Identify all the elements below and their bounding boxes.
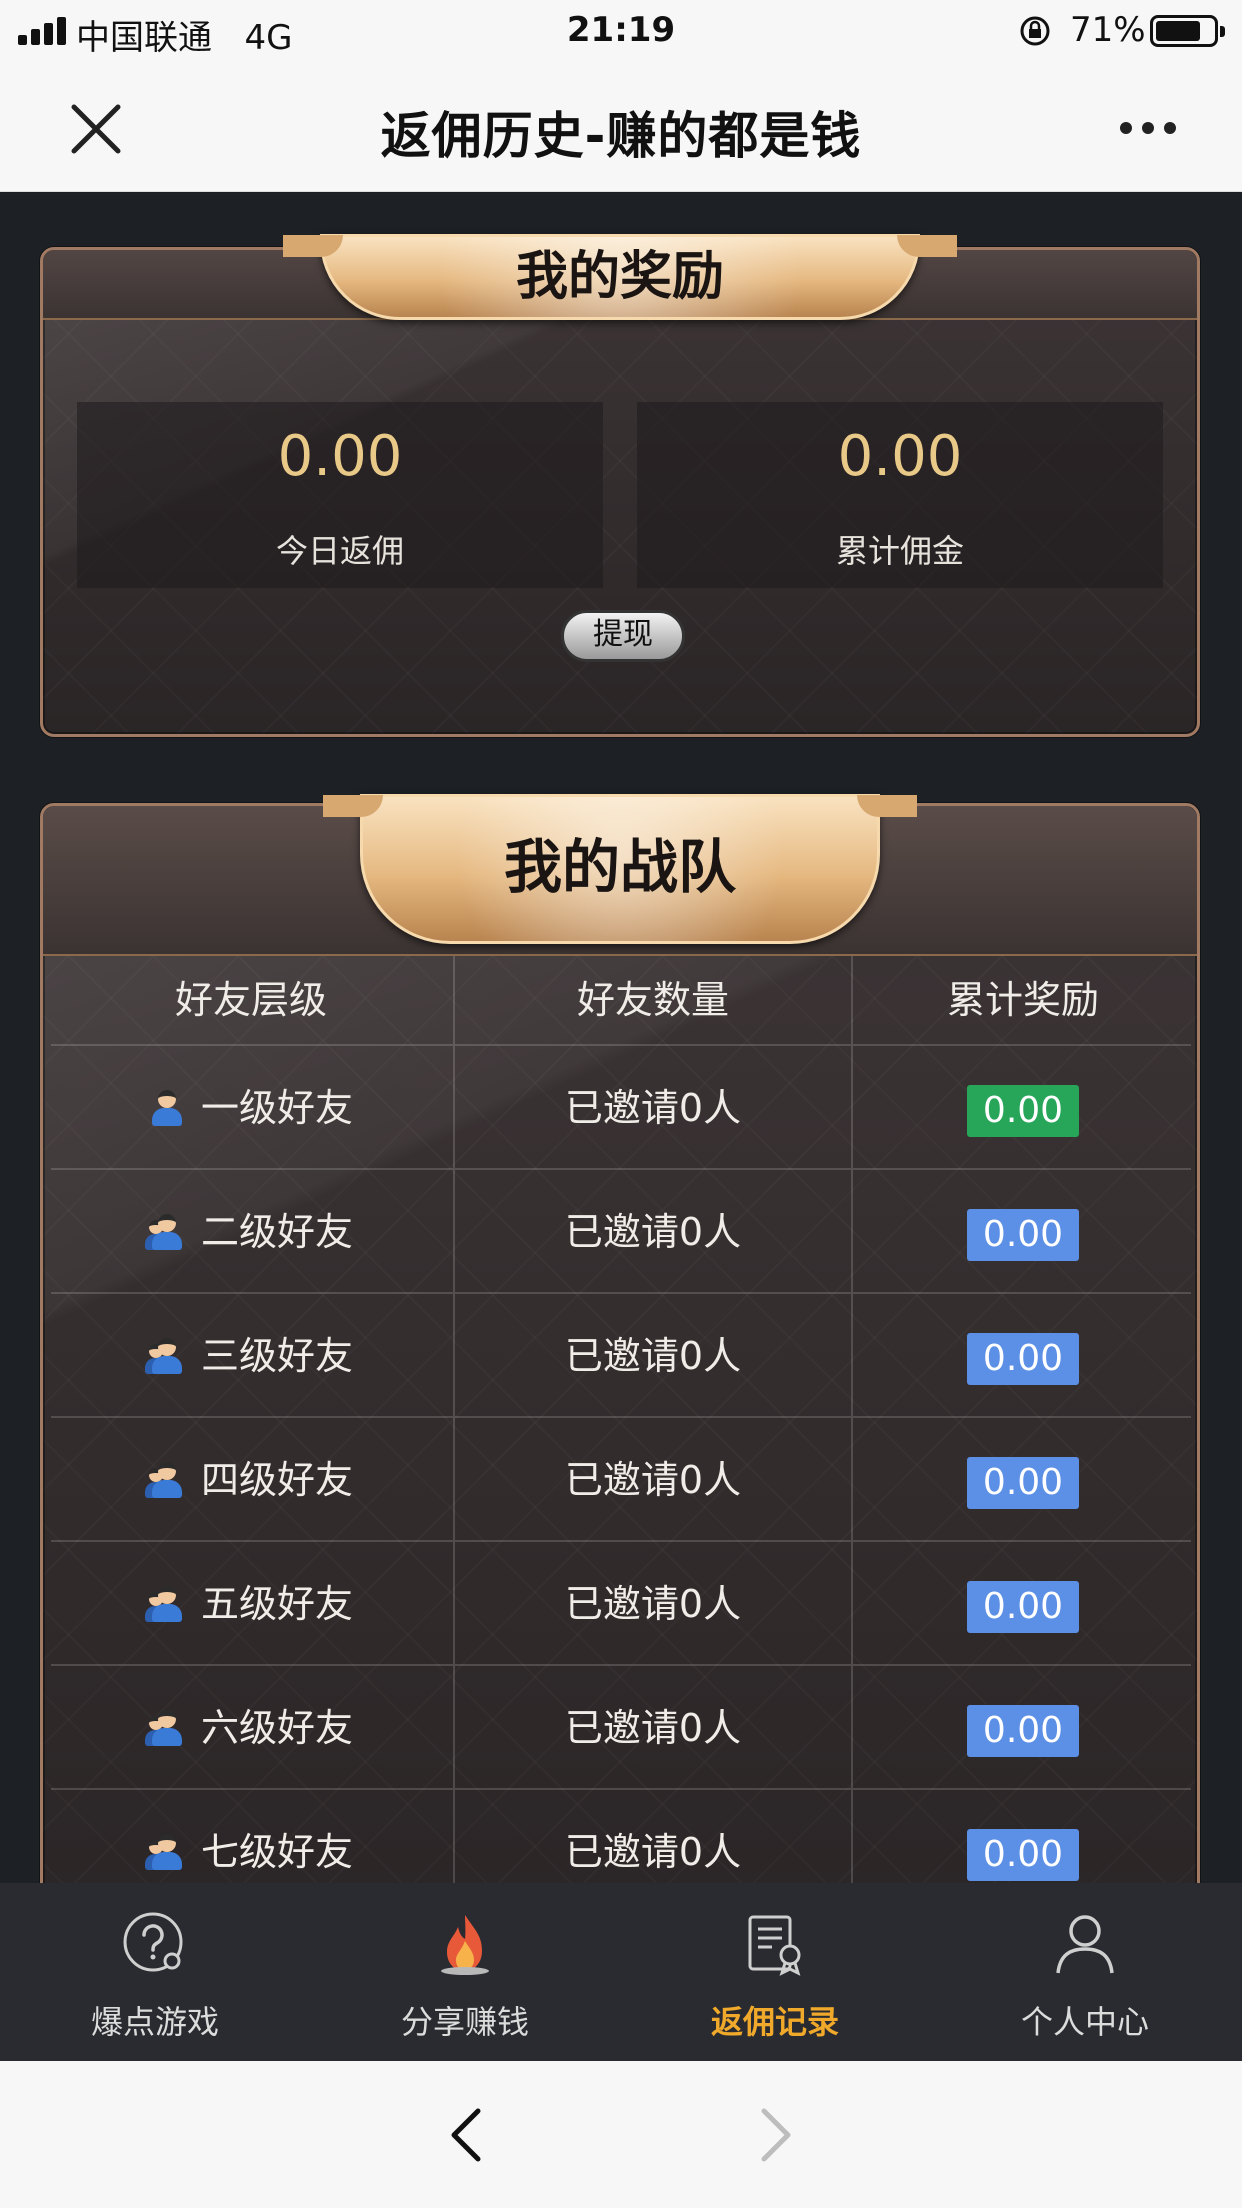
battery-percent: 71% — [1070, 10, 1146, 50]
today-commission-value: 0.00 — [277, 424, 403, 489]
friend-level: 六级好友 — [200, 1706, 353, 1750]
friend-level: 五级好友 — [200, 1582, 353, 1626]
tab-game[interactable]: 爆点游戏 — [0, 1883, 310, 2061]
table-row: 一级好友 已邀请0人 0.00 — [51, 1044, 1191, 1168]
table-header-row: 好友层级 好友数量 累计奖励 — [51, 956, 1191, 1044]
forward-arrow-icon[interactable] — [742, 2105, 802, 2165]
invited-count: 已邀请0人 — [453, 1294, 853, 1416]
single-user-icon — [149, 1089, 185, 1126]
table-row: 二级好友 已邀请0人 0.00 — [51, 1168, 1191, 1292]
table-row: 六级好友 已邀请0人 0.00 — [51, 1664, 1191, 1788]
tab-profile[interactable]: 个人中心 — [930, 1883, 1240, 2061]
status-bar: 中国联通 4G 21:19 71% — [0, 0, 1242, 62]
reward-badge: 0.00 — [967, 1084, 1079, 1137]
total-commission-value: 0.00 — [837, 424, 963, 489]
invited-count: 已邀请0人 — [453, 1542, 853, 1664]
table-row: 五级好友 已邀请0人 0.00 — [51, 1540, 1191, 1664]
invited-count: 已邀请0人 — [453, 1170, 853, 1292]
main-content: 我的奖励 0.00 今日返佣 0.00 累计佣金 提现 我的战队 好友层级 好友… — [0, 193, 1242, 1883]
tab-share[interactable]: 分享赚钱 — [310, 1883, 620, 2061]
team-title-ribbon: 我的战队 — [323, 794, 917, 944]
reward-badge: 0.00 — [967, 1208, 1079, 1261]
reward-badge: 0.00 — [967, 1456, 1079, 1509]
invited-count: 已邀请0人 — [453, 1666, 853, 1788]
friend-level: 一级好友 — [200, 1086, 353, 1130]
friend-level: 七级好友 — [200, 1830, 353, 1874]
battery-icon — [1150, 15, 1225, 47]
tab-commission-records[interactable]: 返佣记录 — [620, 1883, 930, 2061]
group-users-icon — [144, 1337, 185, 1374]
tab-label: 爆点游戏 — [90, 2003, 219, 2041]
friend-level: 四级好友 — [200, 1458, 353, 1502]
rewards-title: 我的奖励 — [515, 247, 724, 307]
table-row: 三级好友 已邀请0人 0.00 — [51, 1292, 1191, 1416]
page-title: 返佣历史-赚的都是钱 — [380, 107, 862, 165]
user-icon — [1056, 1915, 1114, 1974]
rewards-title-ribbon: 我的奖励 — [283, 234, 957, 320]
total-commission-label: 累计佣金 — [835, 532, 964, 570]
bottom-tab-bar: 爆点游戏 分享赚钱 返佣记录 个人中心 — [0, 1883, 1242, 2061]
group-users-icon — [144, 1461, 185, 1498]
browser-toolbar — [0, 2061, 1242, 2208]
header-count: 好友数量 — [453, 956, 853, 1044]
nav-bar: 返佣历史-赚的都是钱 — [0, 62, 1242, 192]
invited-count: 已邀请0人 — [453, 1790, 853, 1883]
more-options-icon[interactable] — [1110, 112, 1190, 142]
tab-label: 个人中心 — [1020, 2003, 1149, 2041]
header-level: 好友层级 — [174, 978, 327, 1022]
back-arrow-icon[interactable] — [440, 2105, 500, 2165]
reward-badge: 0.00 — [967, 1704, 1079, 1757]
friend-level: 二级好友 — [200, 1210, 353, 1254]
reward-badge: 0.00 — [967, 1332, 1079, 1385]
today-commission-box: 0.00 今日返佣 — [77, 402, 603, 588]
reward-badge: 0.00 — [967, 1828, 1079, 1881]
table-row: 七级好友 已邀请0人 0.00 — [51, 1788, 1191, 1883]
today-commission-label: 今日返佣 — [275, 532, 404, 570]
group-users-icon — [144, 1585, 185, 1622]
group-users-icon — [144, 1213, 185, 1250]
invited-count: 已邀请0人 — [453, 1418, 853, 1540]
clock: 21:19 — [566, 10, 676, 50]
friend-level: 三级好友 — [200, 1334, 353, 1378]
team-panel: 我的战队 好友层级 好友数量 累计奖励 一级好友 已邀请0人 0.00 二级好友… — [40, 794, 1200, 1883]
reward-badge: 0.00 — [967, 1580, 1079, 1633]
rotation-lock-icon — [1020, 16, 1050, 46]
group-users-icon — [144, 1833, 185, 1870]
tab-label: 分享赚钱 — [400, 2003, 529, 2041]
header-reward: 累计奖励 — [946, 978, 1099, 1022]
tab-label: 返佣记录 — [710, 2003, 839, 2041]
table-row: 四级好友 已邀请0人 0.00 — [51, 1416, 1191, 1540]
withdraw-button[interactable]: 提现 — [561, 610, 685, 662]
rewards-panel: 我的奖励 0.00 今日返佣 0.00 累计佣金 提现 — [40, 234, 1200, 737]
help-game-icon — [123, 1912, 183, 1972]
total-commission-box: 0.00 累计佣金 — [637, 402, 1163, 588]
team-title: 我的战队 — [503, 833, 736, 901]
invited-count: 已邀请0人 — [453, 1046, 853, 1168]
group-users-icon — [144, 1709, 185, 1746]
certificate-icon — [748, 1915, 801, 1976]
fire-icon — [441, 1915, 489, 1975]
